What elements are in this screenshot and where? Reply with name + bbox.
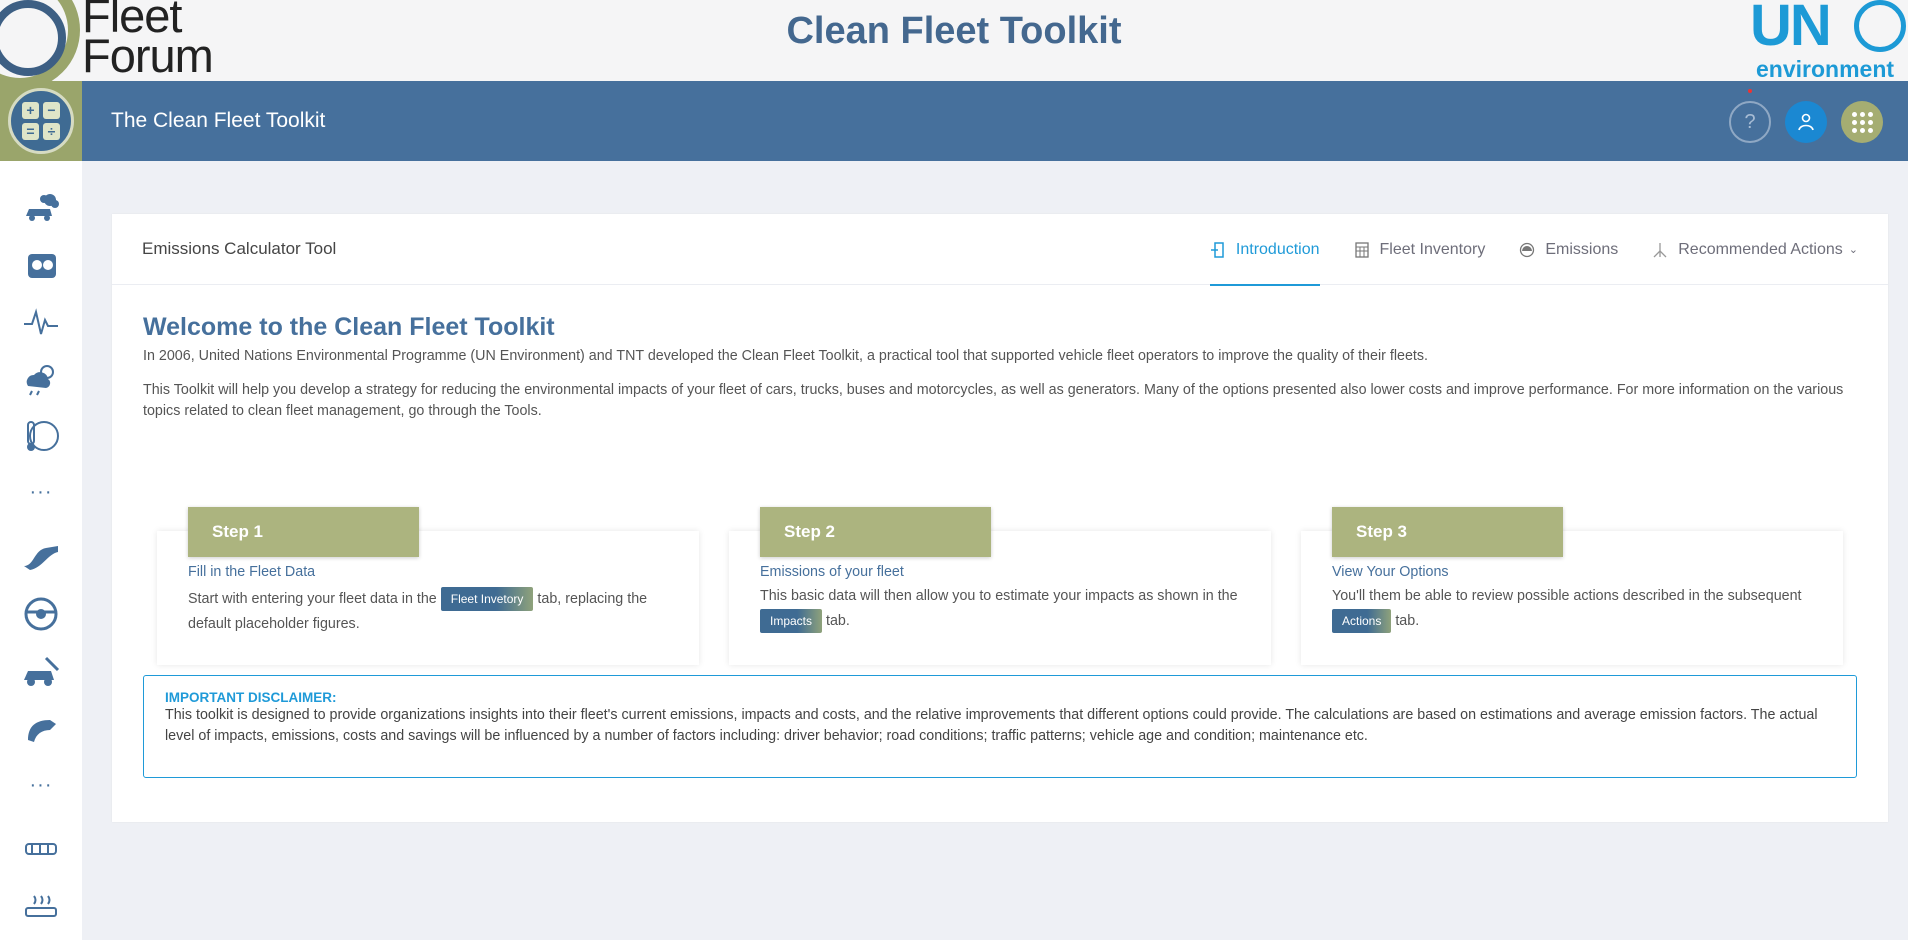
banner-title: Clean Fleet Toolkit [786, 10, 1122, 52]
card-title: Emissions Calculator Tool [142, 239, 337, 258]
globe-thermometer-icon [27, 421, 59, 451]
steering-wheel-icon [24, 597, 58, 631]
sidebar-item-car-repair[interactable] [0, 651, 82, 693]
chevron-down-icon: ⌄ [1848, 244, 1858, 256]
step-tag: Step 3 [1332, 507, 1563, 557]
step-subtitle: Fill in the Fleet Data [188, 564, 316, 580]
sidebar-item-heater[interactable] [0, 885, 82, 927]
gauge-icon [1519, 242, 1535, 258]
card-header: Emissions Calculator Tool Introduction F… [112, 214, 1888, 286]
calc-plus: + [22, 102, 39, 119]
sidebar-more-2[interactable]: ··· [0, 775, 82, 795]
disclaimer-title-text: IMPORTANT DISCLAIMER [165, 690, 332, 705]
step-text: This basic data will then allow you to e… [760, 584, 1250, 634]
actions-pill[interactable]: Actions [1332, 609, 1392, 633]
tab-introduction-label: Introduction [1235, 240, 1320, 258]
step-text-after: tab. [822, 613, 850, 629]
branch-icon [1652, 242, 1668, 258]
heater-icon [25, 895, 57, 917]
step-tag: Step 1 [188, 507, 419, 557]
sidebar-item-car-emissions[interactable] [0, 187, 82, 229]
step-tag: Step 2 [760, 507, 991, 557]
step-text-before: You'll them be able to review possible a… [1332, 588, 1802, 604]
step-subtitle: Emissions of your fleet [760, 564, 904, 580]
emissions-calculator-card: Emissions Calculator Tool Introduction F… [112, 214, 1888, 822]
disclaimer-box: IMPORTANT DISCLAIMER: This toolkit is de… [143, 675, 1857, 778]
weather-icon [26, 365, 54, 396]
disclaimer-colon: : [332, 690, 337, 705]
un-globe-icon [1854, 0, 1906, 52]
environment-logo-text: environment [1756, 56, 1895, 82]
sidebar: ··· ··· [0, 161, 82, 940]
tab-emissions-label: Emissions [1545, 240, 1619, 258]
welcome-heading: Welcome to the Clean Fleet Toolkit [143, 313, 555, 341]
calculator-icon [1354, 241, 1370, 258]
un-logo-text: UN [1750, 0, 1832, 58]
step-subtitle: View Your Options [1332, 564, 1449, 580]
door-icon [1210, 241, 1226, 258]
question-circle-icon: ? [1744, 110, 1756, 133]
pulse-icon [24, 308, 58, 335]
sidebar-item-fuel-nozzle[interactable] [0, 707, 82, 749]
header-title: The Clean Fleet Toolkit [111, 109, 326, 132]
tab-recommended-actions-label: Recommended Actions [1678, 240, 1843, 258]
engine-icon [25, 843, 57, 855]
impacts-pill[interactable]: Impacts [760, 609, 823, 633]
calc-equals: = [22, 123, 39, 140]
car-dashboard-icon [28, 254, 56, 278]
tab-introduction[interactable]: Introduction [1209, 214, 1320, 286]
fuel-nozzle-icon [28, 720, 56, 742]
disclaimer-title: IMPORTANT DISCLAIMER: [165, 690, 1835, 705]
user-icon [1798, 113, 1814, 131]
tab-bar: Introduction Fleet Inventory Emissions R… [1176, 214, 1858, 286]
tab-fleet-inventory[interactable]: Fleet Inventory [1354, 214, 1486, 285]
car-repair-icon [24, 656, 60, 686]
disclaimer-text: This toolkit is designed to provide orga… [165, 707, 1818, 744]
sidebar-item-weather[interactable] [0, 357, 82, 399]
tab-fleet-inventory-label: Fleet Inventory [1379, 240, 1486, 258]
calc-divide: ÷ [43, 123, 60, 140]
calculator-icon: + − = ÷ [8, 88, 74, 154]
sidebar-item-steering-wheel[interactable] [0, 593, 82, 635]
step-text-before: This basic data will then allow you to e… [760, 588, 1238, 604]
step-text-after: tab. [1391, 613, 1420, 629]
step-text: Start with entering your fleet data in t… [188, 587, 678, 637]
calculator-badge[interactable]: + − = ÷ [0, 81, 82, 161]
user-button[interactable] [1785, 101, 1827, 143]
top-banner: Fleet Forum Clean Fleet Toolkit UN envir… [0, 0, 1908, 82]
notification-dot [1748, 89, 1752, 93]
apps-button[interactable] [1841, 101, 1883, 143]
tab-recommended-actions[interactable]: Recommended Actions ⌄ [1652, 214, 1858, 285]
sidebar-item-road[interactable] [0, 535, 82, 577]
sidebar-item-engine[interactable] [0, 827, 82, 869]
calc-minus: − [43, 102, 60, 119]
sidebar-item-car-dashboard[interactable] [0, 245, 82, 287]
sidebar-more-1[interactable]: ··· [0, 482, 82, 502]
header-bar: + − = ÷ The Clean Fleet Toolkit ? [0, 81, 1908, 161]
steps-row: Step 1 Fill in the Fleet Data Start with… [143, 507, 1857, 671]
step-text-before: Start with entering your fleet data in t… [188, 591, 441, 607]
step-text: You'll them be able to review possible a… [1332, 584, 1822, 634]
sidebar-item-globe-thermometer[interactable] [0, 415, 82, 457]
car-emissions-icon [26, 194, 59, 221]
un-environment-logo[interactable]: UN environment [1748, 0, 1908, 82]
intro-paragraph-1: In 2006, United Nations Environmental Pr… [143, 348, 1429, 364]
apps-grid-icon [1851, 111, 1873, 133]
card-body: Welcome to the Clean Fleet Toolkit In 20… [143, 313, 1857, 665]
fleet-inventory-pill[interactable]: Fleet Invetory [440, 587, 534, 611]
sidebar-item-pulse[interactable] [0, 301, 82, 343]
tab-emissions[interactable]: Emissions [1519, 214, 1618, 285]
intro-paragraph-2: This Toolkit will help you develop a str… [143, 382, 1844, 419]
help-button[interactable]: ? [1729, 101, 1771, 143]
road-icon [24, 546, 58, 570]
